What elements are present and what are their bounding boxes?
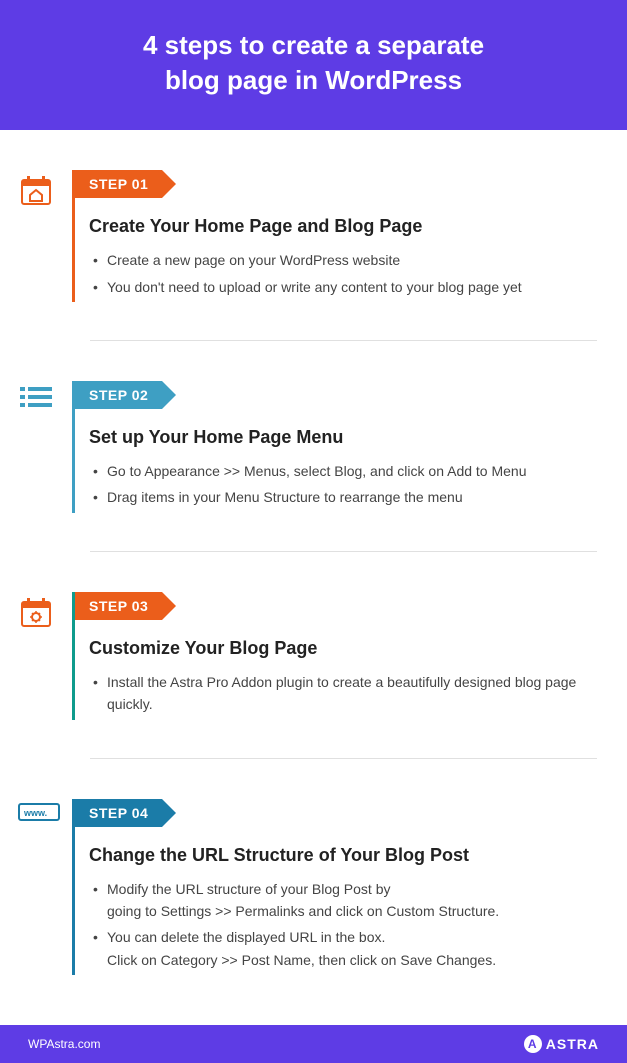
step-2-title: Set up Your Home Page Menu [89, 427, 597, 448]
step-4-body: STEP 04 Change the URL Structure of Your… [72, 799, 597, 976]
step-2: STEP 02 Set up Your Home Page Menu Go to… [18, 341, 597, 533]
list-item: You can delete the displayed URL in the … [89, 926, 597, 971]
step-1-title: Create Your Home Page and Blog Page [89, 216, 597, 237]
title-line-1: 4 steps to create a separate [143, 30, 484, 60]
step-3-icon-col [18, 592, 72, 720]
steps-container: STEP 01 Create Your Home Page and Blog P… [0, 130, 627, 995]
step-4-badge: STEP 04 [75, 799, 162, 827]
astra-logo-icon: A [524, 1035, 542, 1053]
step-4: www. STEP 04 Change the URL Structure of… [18, 759, 597, 996]
list-item: Install the Astra Pro Addon plugin to cr… [89, 671, 597, 716]
page-title: 4 steps to create a separate blog page i… [20, 28, 607, 98]
footer-logo: A ASTRA [524, 1035, 599, 1053]
list-item: Create a new page on your WordPress webs… [89, 249, 597, 271]
step-1-badge: STEP 01 [75, 170, 162, 198]
calendar-home-icon [18, 172, 54, 208]
menu-list-icon [18, 383, 54, 411]
step-4-bullets: Modify the URL structure of your Blog Po… [75, 878, 597, 972]
title-line-2: blog page in WordPress [165, 65, 462, 95]
step-2-body: STEP 02 Set up Your Home Page Menu Go to… [72, 381, 597, 513]
step-2-badge: STEP 02 [75, 381, 162, 409]
step-1: STEP 01 Create Your Home Page and Blog P… [18, 130, 597, 322]
step-2-bullets: Go to Appearance >> Menus, select Blog, … [75, 460, 597, 509]
step-4-title: Change the URL Structure of Your Blog Po… [89, 845, 597, 866]
list-item: Go to Appearance >> Menus, select Blog, … [89, 460, 597, 482]
settings-calendar-icon [18, 594, 54, 630]
step-3-title: Customize Your Blog Page [89, 638, 597, 659]
step-3-badge: STEP 03 [75, 592, 162, 620]
bullet-sub: going to Settings >> Permalinks and clic… [107, 900, 597, 922]
list-item: You don't need to upload or write any co… [89, 276, 597, 298]
footer: WPAstra.com A ASTRA [0, 1025, 627, 1063]
footer-brand-text: ASTRA [546, 1036, 599, 1052]
step-1-icon-col [18, 170, 72, 302]
www-url-icon: www. [18, 801, 60, 823]
step-3-body: STEP 03 Customize Your Blog Page Install… [72, 592, 597, 720]
footer-site: WPAstra.com [28, 1037, 100, 1051]
list-item: Modify the URL structure of your Blog Po… [89, 878, 597, 923]
step-2-icon-col [18, 381, 72, 513]
step-1-body: STEP 01 Create Your Home Page and Blog P… [72, 170, 597, 302]
svg-text:www.: www. [23, 808, 47, 818]
step-4-icon-col: www. [18, 799, 72, 976]
bullet-sub: Click on Category >> Post Name, then cli… [107, 949, 597, 971]
step-3-bullets: Install the Astra Pro Addon plugin to cr… [75, 671, 597, 716]
bullet-main: You can delete the displayed URL in the … [107, 929, 385, 945]
step-1-bullets: Create a new page on your WordPress webs… [75, 249, 597, 298]
list-item: Drag items in your Menu Structure to rea… [89, 486, 597, 508]
header-banner: 4 steps to create a separate blog page i… [0, 0, 627, 130]
bullet-main: Modify the URL structure of your Blog Po… [107, 881, 391, 897]
step-3: STEP 03 Customize Your Blog Page Install… [18, 552, 597, 740]
